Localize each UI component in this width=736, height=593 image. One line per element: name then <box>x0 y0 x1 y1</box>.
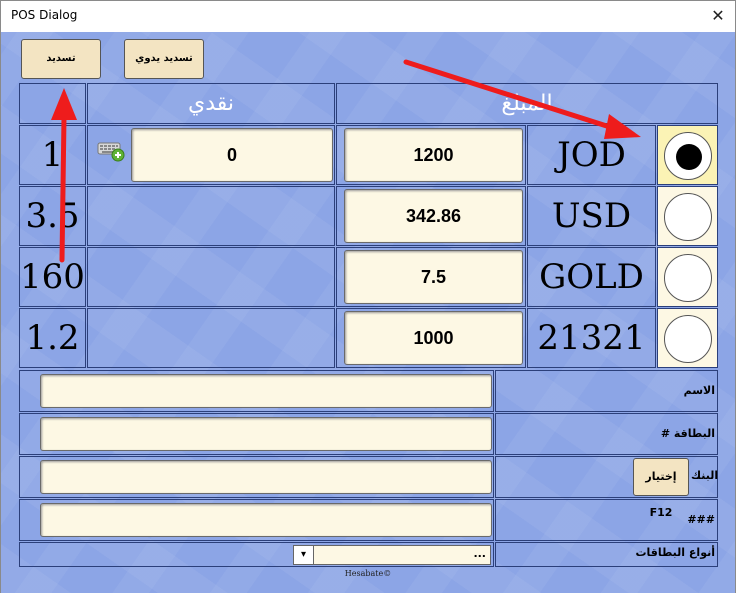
title-bar: POS Dialog ✕ <box>1 1 735 32</box>
amount-input-row-4[interactable]: 1000 <box>344 311 523 365</box>
name-input[interactable] <box>40 374 492 408</box>
currency-radio-gold[interactable] <box>658 248 717 306</box>
cash-cell-row-3 <box>87 247 335 307</box>
card-types-select[interactable]: ▾ ... <box>293 545 491 565</box>
hash-label: ### <box>687 513 715 526</box>
copyright-text: Hesabate© <box>344 569 392 578</box>
currency-radio-usd[interactable] <box>658 187 717 245</box>
radio-selected-dot <box>676 144 702 170</box>
currency-radio-21321[interactable] <box>658 309 717 367</box>
card-number-input[interactable] <box>40 417 492 451</box>
cash-cell-row-4 <box>87 308 335 368</box>
amount-input-row-2[interactable]: 342.86 <box>344 189 523 243</box>
manual-pay-button[interactable]: تسديد يدوي <box>124 39 204 79</box>
pay-button[interactable]: تسديد <box>21 39 101 79</box>
card-types-selected-value: ... <box>473 547 486 560</box>
rate-cell-row-4: 1.2 <box>19 308 86 368</box>
close-icon[interactable]: ✕ <box>701 1 735 32</box>
radio-icon <box>664 193 712 241</box>
currency-radio-jod[interactable] <box>658 126 717 184</box>
bank-input[interactable] <box>40 460 492 494</box>
bank-label: البنك <box>691 469 719 482</box>
dialog-content: تسديد تسديد يدوي نقدي المبلغ 1 JOD 3.5 U… <box>1 32 735 593</box>
radio-icon <box>664 132 712 180</box>
amount-input-row-1[interactable]: 1200 <box>344 128 523 182</box>
rate-header-cell <box>19 83 86 124</box>
card-types-label: أنواع البطاقات <box>635 546 715 559</box>
keyboard-add-icon[interactable] <box>97 138 127 162</box>
rate-cell-row-2: 3.5 <box>19 186 86 246</box>
currency-row-3: GOLD <box>527 247 656 307</box>
cash-input-row-1[interactable]: 0 <box>131 128 333 182</box>
radio-icon <box>664 315 712 363</box>
window-title: POS Dialog <box>11 8 78 22</box>
bank-choose-f12-button[interactable]: إختيار F12 <box>633 458 689 519</box>
amount-header: المبلغ <box>336 83 718 124</box>
rate-cell-row-3: 160 <box>19 247 86 307</box>
chevron-down-icon[interactable]: ▾ <box>294 546 314 564</box>
cash-header: نقدي <box>87 83 335 124</box>
amount-input-row-3[interactable]: 7.5 <box>344 250 523 304</box>
currency-row-4: 21321 <box>527 308 656 368</box>
rate-cell-row-1: 1 <box>19 125 86 185</box>
pos-dialog-window: POS Dialog ✕ تسديد تسديد يدوي نقدي المبل… <box>0 0 736 593</box>
card-number-label: # البطاقة <box>660 427 715 440</box>
cash-cell-row-2 <box>87 186 335 246</box>
name-label: الاسم <box>683 384 715 397</box>
radio-icon <box>664 254 712 302</box>
currency-row-2: USD <box>527 186 656 246</box>
hash-input[interactable] <box>40 503 492 537</box>
currency-row-1: JOD <box>527 125 656 185</box>
